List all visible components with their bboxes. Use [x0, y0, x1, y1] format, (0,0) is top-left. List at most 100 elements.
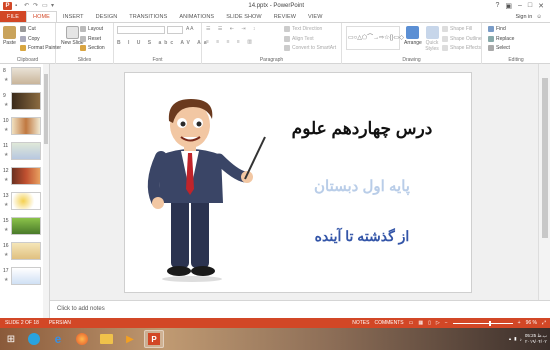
font-size-box[interactable]: [167, 26, 183, 34]
undo-icon[interactable]: ↶: [24, 3, 30, 9]
format-painter-button[interactable]: Format Painter: [20, 45, 61, 51]
cut-button[interactable]: Cut: [20, 26, 36, 32]
copy-button[interactable]: Copy: [20, 36, 40, 42]
taskbar-app-firefox[interactable]: [72, 330, 92, 348]
powerpoint-icon: P: [148, 333, 160, 345]
taskbar-app-media[interactable]: ▶: [120, 330, 140, 348]
font-name-box[interactable]: [117, 26, 165, 34]
slide-thumbnail[interactable]: 12 ★: [2, 167, 48, 189]
taskbar-app-ie[interactable]: e: [48, 330, 68, 348]
select-button[interactable]: Select: [488, 45, 510, 51]
zoom-level[interactable]: 96 %: [526, 320, 537, 326]
normal-view-icon[interactable]: ▭: [409, 320, 414, 326]
slide-thumbnail[interactable]: 11 ★: [2, 142, 48, 164]
quick-styles-button[interactable]: Quick Styles: [424, 26, 440, 52]
text-direction-button[interactable]: Text Direction: [284, 26, 322, 32]
tab-view[interactable]: VIEW: [302, 11, 328, 22]
slide-thumbnail[interactable]: 8 ★: [2, 67, 48, 89]
tab-design[interactable]: DESIGN: [90, 11, 124, 22]
layout-button[interactable]: Layout: [80, 26, 103, 32]
taskbar-app-explorer[interactable]: [96, 330, 116, 348]
zoom-out-icon[interactable]: −: [445, 320, 448, 326]
fit-slide-icon[interactable]: ⤢: [542, 320, 546, 326]
title-bar: P ▪ ↶ ↷ ▭ ▾ 14.pptx - PowerPoint ? ▣ – □…: [0, 0, 550, 11]
editor-scrollbar[interactable]: [538, 64, 550, 300]
windows-taskbar: ⊞ e ▶ P ▴ ▮ ♪ 05:25 ب.ظ ۲۰۱۹/۰۴/۰۲: [0, 328, 550, 350]
animation-star-icon: ★: [4, 152, 9, 158]
zoom-slider-thumb[interactable]: [488, 320, 491, 326]
reset-icon: [80, 36, 86, 42]
language-indicator[interactable]: PERSIAN: [44, 320, 76, 326]
slide-sorter-icon[interactable]: ▦: [418, 320, 423, 326]
font-format-buttons[interactable]: B I U S abc AV Aa: [117, 40, 210, 46]
scrollbar-thumb[interactable]: [542, 78, 548, 238]
comments-toggle[interactable]: COMMENTS: [374, 320, 403, 326]
sign-in-link[interactable]: Sign in: [516, 14, 533, 20]
taskbar-app-telegram[interactable]: [24, 330, 44, 348]
clock[interactable]: 05:25 ب.ظ ۲۰۱۹/۰۴/۰۲: [525, 333, 547, 345]
convert-smartart-button[interactable]: Convert to SmartArt: [284, 45, 336, 51]
tray-chevron-icon[interactable]: ▴: [509, 336, 511, 342]
notes-pane[interactable]: Click to add notes: [50, 300, 550, 318]
present-icon[interactable]: ▭: [42, 3, 48, 9]
tab-slide-show[interactable]: SLIDE SHOW: [220, 11, 268, 22]
grow-font-icon[interactable]: A A: [186, 26, 194, 32]
taskbar-app-powerpoint[interactable]: P: [144, 330, 164, 348]
shapes-gallery[interactable]: ▭○△⬠⌒→⇨☆{}▭◇: [346, 26, 404, 50]
slide-thumbnail[interactable]: 10 ★: [2, 117, 48, 139]
slide-body-text[interactable]: از گذشته تا آینده: [267, 228, 457, 245]
slide-thumbnail[interactable]: 9 ★: [2, 92, 48, 114]
notes-placeholder[interactable]: Click to add notes: [57, 306, 105, 312]
redo-icon[interactable]: ↷: [33, 3, 39, 9]
shape-effects-button[interactable]: Shape Effects: [442, 45, 481, 51]
reading-view-icon[interactable]: ▯: [428, 320, 431, 326]
zoom-in-icon[interactable]: +: [518, 320, 521, 326]
network-icon[interactable]: ▮: [514, 336, 516, 342]
arrange-button[interactable]: Arrange: [404, 26, 422, 46]
notes-toggle[interactable]: NOTES: [352, 320, 369, 326]
thumbnails-scrollbar[interactable]: [43, 64, 49, 318]
maximize-button[interactable]: □: [528, 2, 532, 10]
slide-thumbnail[interactable]: 13 ★: [2, 192, 48, 214]
slide-thumbnail[interactable]: 17 ★: [2, 267, 48, 289]
brush-icon: [20, 45, 26, 51]
help-icon[interactable]: ?: [495, 2, 499, 10]
close-button[interactable]: ✕: [538, 2, 544, 10]
slide-thumbnail[interactable]: 15 ★: [2, 217, 48, 239]
quick-styles-icon: [425, 26, 439, 39]
tab-transitions[interactable]: TRANSITIONS: [123, 11, 173, 22]
minimize-button[interactable]: –: [518, 2, 522, 10]
smiley-icon[interactable]: ☺: [536, 14, 542, 20]
tab-review[interactable]: REVIEW: [268, 11, 302, 22]
slide-subtitle-text[interactable]: پایه اول دبستان: [267, 177, 457, 195]
volume-icon[interactable]: ♪: [520, 337, 522, 342]
reset-button[interactable]: Reset: [80, 36, 101, 42]
slideshow-icon[interactable]: ▷: [436, 320, 440, 326]
ribbon-display-icon[interactable]: ▣: [505, 2, 512, 10]
outline-icon: [442, 36, 448, 42]
tab-home[interactable]: HOME: [26, 11, 57, 22]
list-buttons[interactable]: ☰ ☰ ⇤ ⇥ ↕: [206, 26, 258, 32]
zoom-slider[interactable]: [452, 320, 513, 326]
tab-insert[interactable]: INSERT: [57, 11, 90, 22]
clipboard-label: Clipboard: [16, 57, 39, 63]
slide-thumbnail[interactable]: 16 ★: [2, 242, 48, 264]
start-button[interactable]: ⊞: [0, 328, 22, 350]
shape-fill-button[interactable]: Shape Fill: [442, 26, 472, 32]
editing-label: Editing: [508, 57, 524, 63]
tab-file[interactable]: FILE: [0, 11, 27, 22]
tab-animations[interactable]: ANIMATIONS: [173, 11, 220, 22]
align-buttons[interactable]: ≡ ≡ ≡ ≡ ▥: [206, 39, 255, 45]
current-slide[interactable]: درس چهاردهم علوم پایه اول دبستان از گذشت…: [124, 72, 472, 293]
paste-button[interactable]: Paste: [3, 26, 16, 46]
replace-button[interactable]: Replace: [488, 36, 514, 42]
shape-outline-button[interactable]: Shape Outline: [442, 36, 482, 42]
save-icon[interactable]: ▪: [15, 3, 21, 9]
align-text-button[interactable]: Align Text: [284, 36, 314, 42]
new-slide-icon: [65, 26, 79, 39]
scrollbar-thumb[interactable]: [44, 74, 48, 144]
section-button[interactable]: Section: [80, 45, 105, 51]
find-button[interactable]: Find: [488, 26, 506, 32]
slide-title-text[interactable]: درس چهاردهم علوم: [267, 119, 457, 139]
animation-star-icon: ★: [4, 277, 9, 283]
